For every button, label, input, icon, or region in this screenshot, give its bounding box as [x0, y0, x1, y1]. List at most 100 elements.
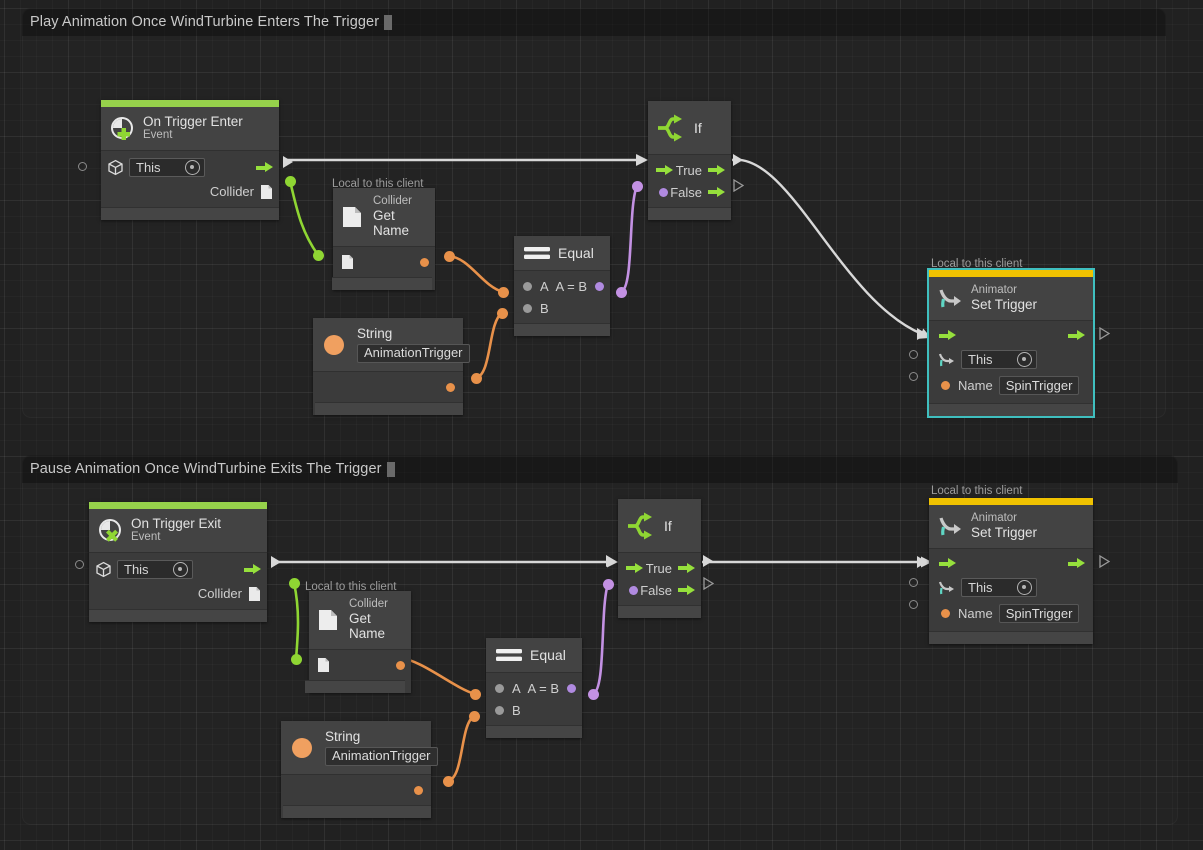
port-row-name[interactable]: Name SpinTrigger [929, 373, 1093, 399]
flow-output-connector[interactable] [1099, 555, 1110, 568]
port-row-true[interactable]: True [618, 557, 701, 579]
graph-canvas[interactable]: Play Animation Once WindTurbine Enters T… [0, 0, 1203, 850]
node-side-port[interactable] [78, 162, 87, 171]
object-picker-icon[interactable] [185, 159, 200, 175]
collider-doc-icon [260, 184, 273, 200]
flow-input-port-icon[interactable] [656, 164, 673, 176]
group-header[interactable]: Play Animation Once WindTurbine Enters T… [22, 8, 1166, 36]
target-object-field[interactable]: This [961, 578, 1037, 598]
target-object-field[interactable]: This [129, 158, 205, 178]
port-row-target[interactable]: This [929, 347, 1093, 373]
port-row-a[interactable]: A A = B [514, 275, 610, 297]
output-label: Collider [209, 184, 254, 200]
wire-endpoint-dot [497, 308, 508, 319]
node-equal[interactable]: Equal A A = B B [486, 638, 582, 738]
node-collider-get-name[interactable]: Collider Get Name [305, 591, 411, 694]
string-output-port[interactable] [420, 257, 429, 267]
target-object-field[interactable]: This [961, 350, 1037, 370]
input-port-a[interactable] [495, 683, 504, 693]
input-port-condition[interactable] [629, 585, 638, 595]
flow-input-port-icon[interactable] [626, 562, 643, 574]
input-port-name[interactable] [941, 381, 950, 391]
node-animator-set-trigger[interactable]: Animator Set Trigger This Name SpinTrigg… [909, 498, 1110, 644]
group-header[interactable]: Pause Animation Once WindTurbine Exits T… [22, 455, 1178, 483]
port-row-collider-output[interactable]: Collider [89, 583, 267, 605]
flow-input-connector[interactable] [917, 556, 927, 568]
flow-output-false-icon[interactable] [708, 186, 725, 198]
target-object-field[interactable]: This [117, 560, 193, 580]
flow-output-connector[interactable] [283, 156, 293, 168]
flow-input-connector[interactable] [636, 154, 646, 166]
node-animator-set-trigger[interactable]: Animator Set Trigger This Name SpinTrigg… [909, 268, 1110, 418]
flow-output-true-icon[interactable] [708, 164, 725, 176]
flow-output-port-icon[interactable] [1068, 558, 1085, 569]
input-port-a[interactable] [523, 281, 532, 291]
wire-endpoint-dot [471, 373, 482, 384]
port-row-target[interactable]: This [89, 557, 267, 583]
flow-output-false-icon[interactable] [678, 584, 695, 596]
port-row-true[interactable]: True [648, 159, 731, 181]
flow-output-port-icon[interactable] [244, 564, 261, 575]
flow-output-port-icon[interactable] [1068, 330, 1085, 341]
node-equal[interactable]: Equal A A = B B [514, 236, 610, 336]
port-row-a[interactable]: A A = B [486, 677, 582, 699]
port-row-false[interactable]: False [648, 181, 731, 203]
flow-output-port-icon[interactable] [256, 162, 273, 173]
object-picker-icon[interactable] [1017, 351, 1032, 367]
string-output-port[interactable] [396, 660, 405, 670]
output-port-result[interactable] [567, 683, 576, 693]
string-value-field[interactable]: AnimationTrigger [325, 747, 438, 767]
flow-output-false-connector[interactable] [703, 577, 714, 590]
output-port-result[interactable] [595, 281, 604, 291]
flow-input-connector[interactable] [917, 328, 927, 340]
input-port-condition[interactable] [659, 187, 668, 197]
node-title: On Trigger Enter [143, 114, 243, 129]
port-row-string-output[interactable] [313, 376, 463, 398]
flow-output-false-connector[interactable] [733, 179, 744, 192]
port-row-collider-in-out[interactable] [309, 654, 411, 676]
port-row-target[interactable]: This [101, 155, 279, 181]
trigger-name-field[interactable]: SpinTrigger [998, 376, 1080, 396]
flow-input-port-icon[interactable] [939, 558, 956, 569]
port-row-flow[interactable] [929, 325, 1093, 347]
input-port-b[interactable] [523, 303, 532, 313]
port-row-b[interactable]: B [514, 297, 610, 319]
input-port-name[interactable] [941, 609, 950, 619]
string-output-port[interactable] [414, 785, 423, 795]
port-row-collider-in-out[interactable] [333, 251, 435, 273]
node-if[interactable]: If True False [636, 101, 744, 220]
flow-output-true-connector[interactable] [733, 154, 743, 166]
node-side-port[interactable] [75, 560, 84, 569]
flow-output-connector[interactable] [271, 556, 281, 568]
node-string-literal[interactable]: String AnimationTrigger [313, 318, 470, 416]
node-if[interactable]: If True False [606, 499, 714, 618]
flow-output-connector[interactable] [1099, 327, 1110, 340]
flow-input-connector[interactable] [606, 555, 616, 567]
flow-input-port-icon[interactable] [939, 330, 956, 341]
port-row-name[interactable]: Name SpinTrigger [929, 601, 1093, 627]
node-string-literal[interactable]: String AnimationTrigger [281, 721, 438, 819]
flow-output-true-icon[interactable] [678, 562, 695, 574]
port-row-string-output[interactable] [281, 779, 431, 801]
port-row-target[interactable]: This [929, 575, 1093, 601]
string-value-field[interactable]: AnimationTrigger [357, 344, 470, 364]
input-port-b[interactable] [495, 705, 504, 715]
node-body [333, 246, 435, 278]
port-row-false[interactable]: False [618, 579, 701, 601]
string-output-port[interactable] [446, 382, 455, 392]
port-row-flow[interactable] [929, 553, 1093, 575]
trigger-name-field[interactable]: SpinTrigger [998, 604, 1080, 624]
wire-endpoint-dot [498, 287, 509, 298]
node-on-trigger-enter[interactable]: On Trigger Enter Event This Collider [78, 100, 293, 220]
node-side-port-target[interactable] [909, 350, 918, 359]
port-row-collider-output[interactable]: Collider [101, 181, 279, 203]
node-side-port-name[interactable] [909, 372, 918, 381]
port-row-b[interactable]: B [486, 699, 582, 721]
node-collider-get-name[interactable]: Collider Get Name [332, 188, 435, 291]
node-on-trigger-exit[interactable]: On Trigger Exit Event This Collider [75, 502, 281, 622]
object-picker-icon[interactable] [1017, 579, 1032, 595]
node-side-port-name[interactable] [909, 600, 918, 609]
object-picker-icon[interactable] [173, 561, 188, 577]
flow-output-true-connector[interactable] [703, 555, 713, 567]
node-side-port-target[interactable] [909, 578, 918, 587]
